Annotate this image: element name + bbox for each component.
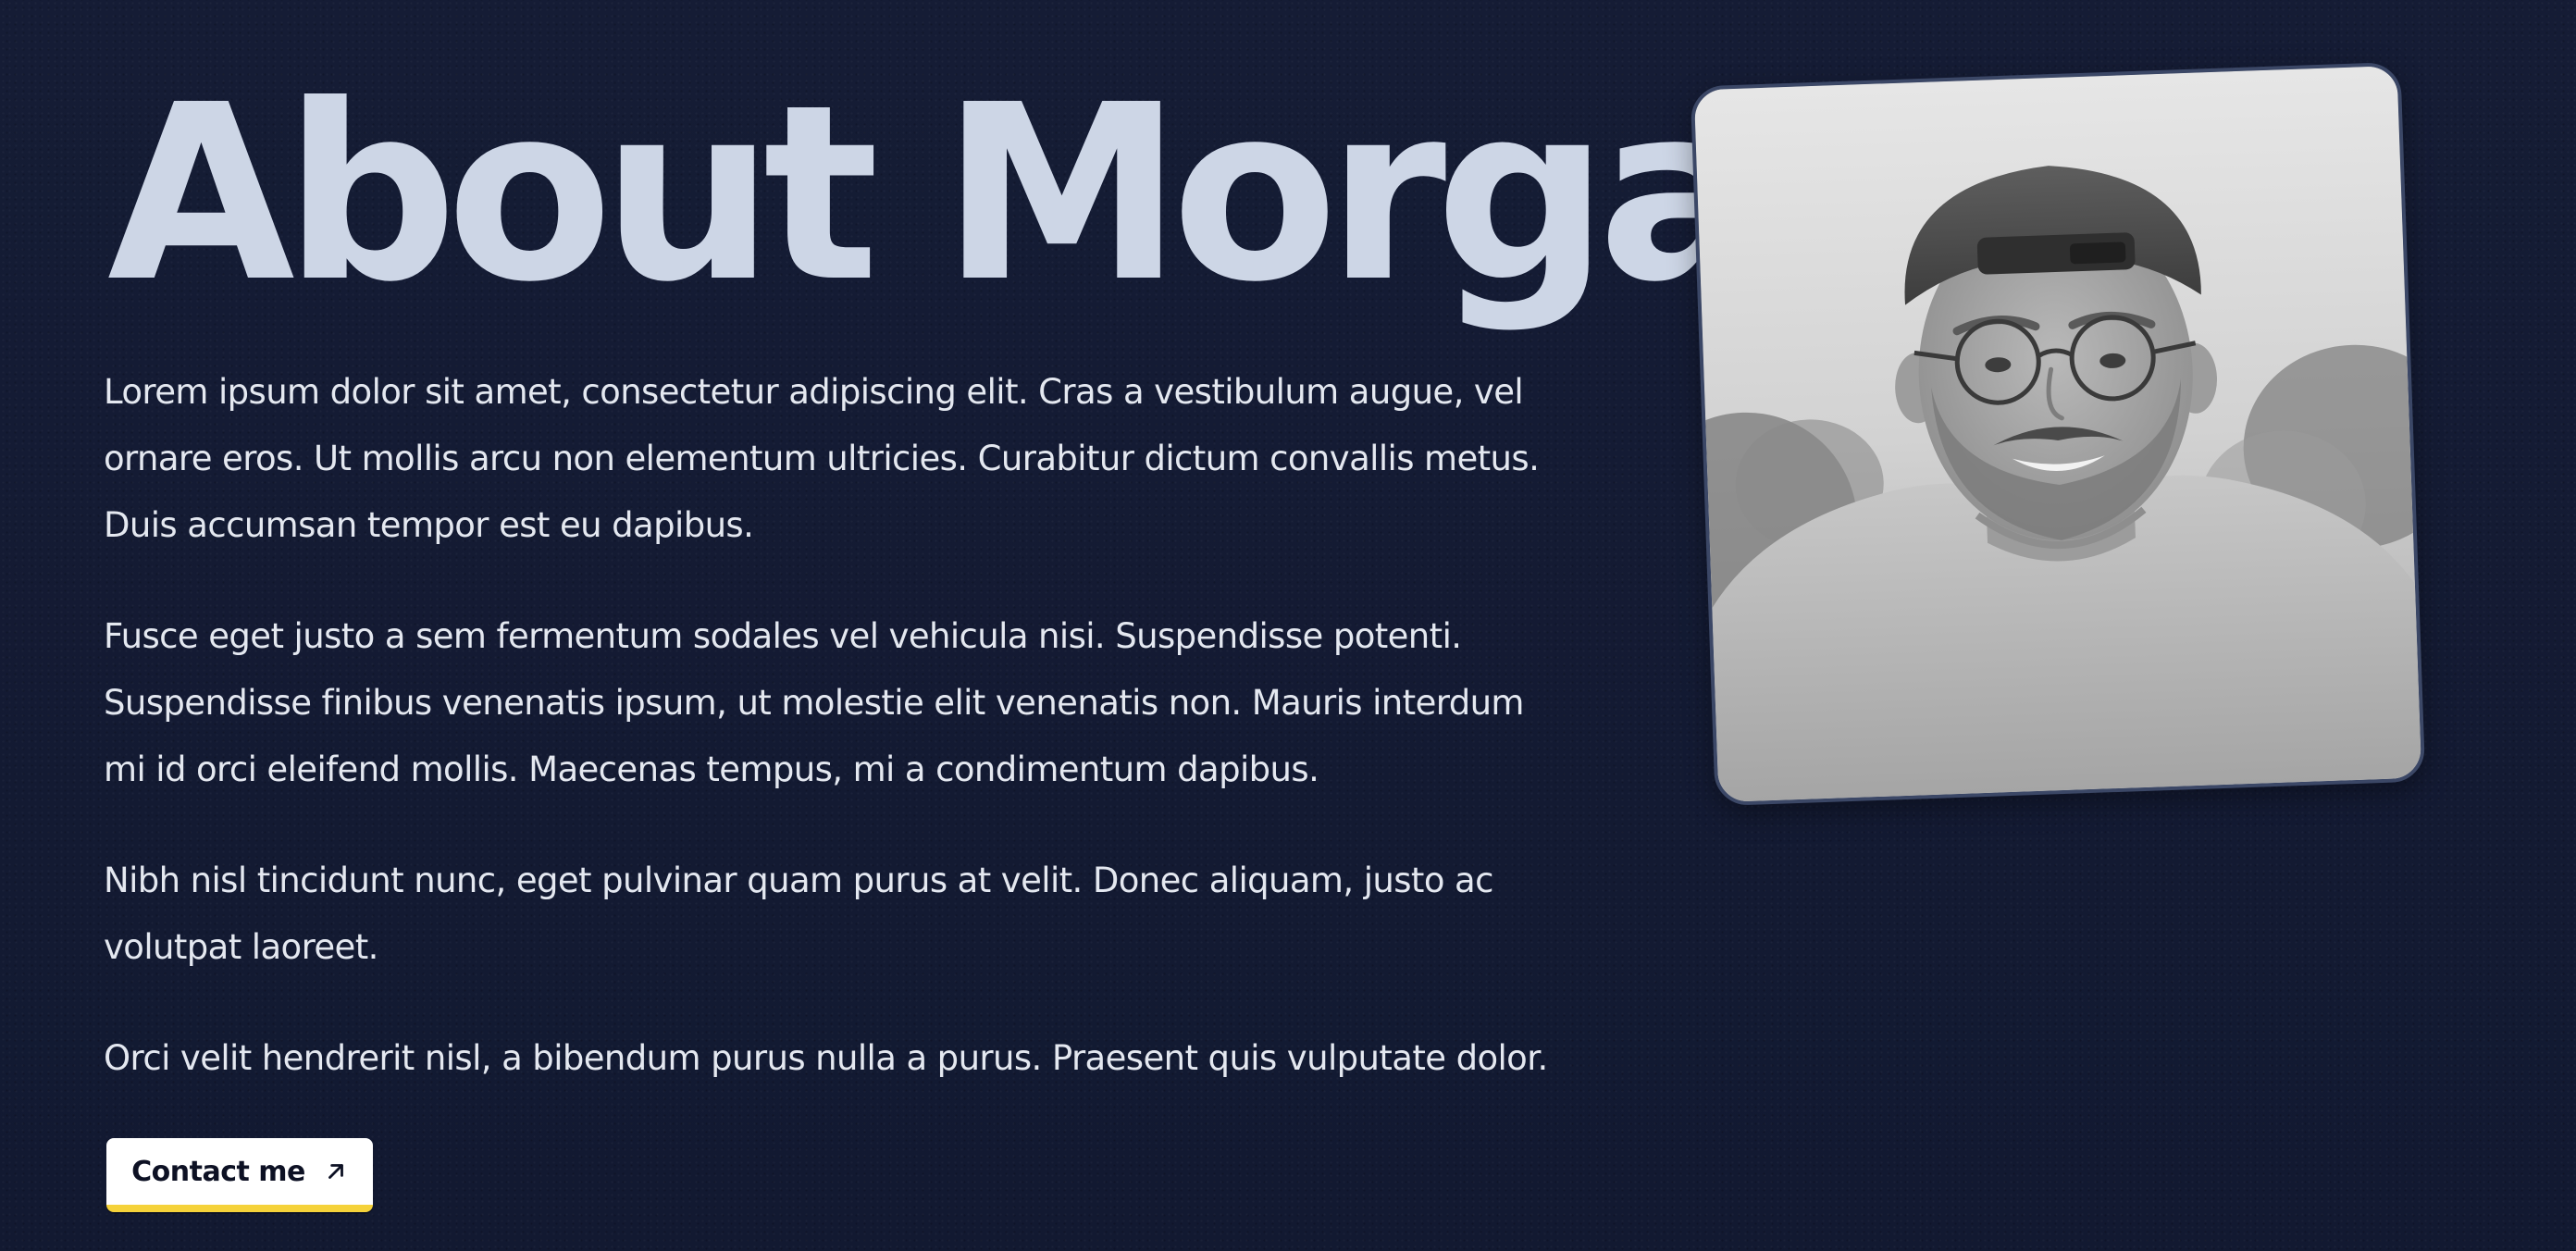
about-paragraph: Orci velit hendrerit nisl, a bibendum pu… xyxy=(104,1038,1548,1078)
profile-photo xyxy=(1690,61,2426,807)
contact-button-label: Contact me xyxy=(131,1155,305,1188)
about-paragraph: Fusce eget justo a sem fermentum sodales… xyxy=(104,616,1524,789)
arrow-up-right-icon xyxy=(324,1159,348,1183)
about-content: Lorem ipsum dolor sit amet, consectetur … xyxy=(104,359,1566,1136)
portrait-photo xyxy=(1693,65,2422,803)
page-title: About Morgan xyxy=(107,53,1923,335)
contact-me-button[interactable]: Contact me xyxy=(106,1138,373,1212)
about-paragraph: Lorem ipsum dolor sit amet, consectetur … xyxy=(104,372,1540,545)
about-paragraph: Nibh nisl tincidunt nunc, eget pulvinar … xyxy=(104,861,1493,967)
